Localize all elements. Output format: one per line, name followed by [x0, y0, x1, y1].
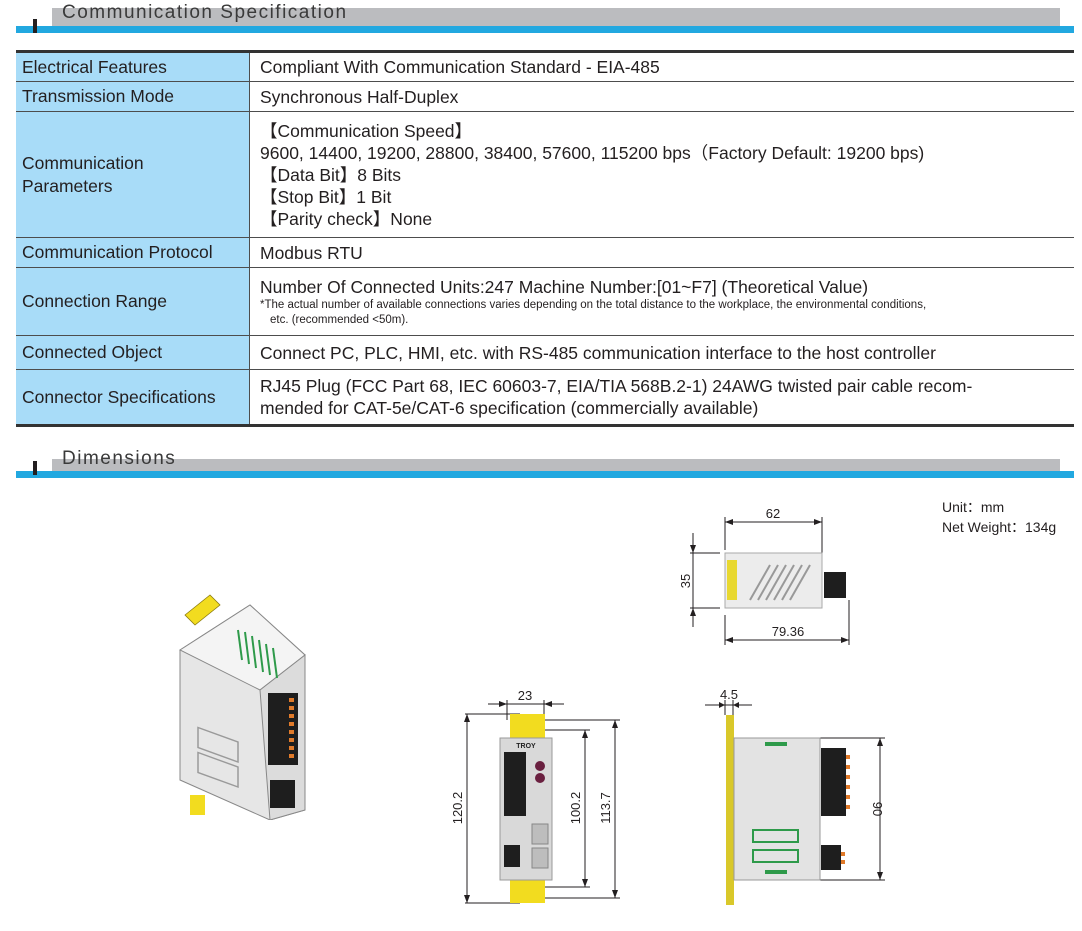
connection-range-value: Number Of Connected Units:247 Machine Nu… — [260, 276, 869, 297]
top-view-din-clip — [727, 560, 737, 600]
dim-90: 90 — [870, 802, 885, 816]
front-power-connector — [504, 845, 520, 867]
section-header-dimensions: Dimensions — [16, 448, 1074, 478]
side-terminal-block — [821, 748, 846, 816]
dim-62: 62 — [766, 506, 780, 521]
table-row: Communication Parameters 【Communication … — [16, 111, 1075, 238]
row-value: Modbus RTU — [260, 242, 363, 263]
row-value: Connect PC, PLC, HMI, etc. with RS-485 c… — [260, 342, 936, 363]
row-label-line: Parameters — [22, 175, 113, 196]
side-power-connector — [821, 845, 841, 870]
row-value: Compliant With Communication Standard - … — [260, 57, 660, 77]
product-isometric-image — [178, 594, 306, 820]
front-din-clip-bottom — [510, 878, 545, 903]
connection-range-note: *The actual number of available connecti… — [260, 298, 1068, 328]
dim-4-5: 4.5 — [720, 687, 738, 702]
row-label: Electrical Features — [16, 51, 250, 82]
row-value: RJ45 Plug (FCC Part 68, IEC 60603-7, EIA… — [250, 370, 1075, 426]
header-blue-bar — [16, 471, 1074, 478]
rj45-port-1 — [531, 823, 549, 845]
top-view-drawing: 62 79.36 35 — [678, 506, 850, 645]
side-led-strip-top — [765, 742, 787, 746]
param-line: 9600, 14400, 19200, 28800, 38400, 57600,… — [260, 142, 925, 163]
table-row: Communication Protocol Modbus RTU — [16, 237, 1074, 268]
front-din-clip-top — [510, 714, 545, 740]
param-line: 【Stop Bit】1 Bit — [260, 186, 392, 207]
power-connector — [270, 780, 295, 808]
dim-35: 35 — [678, 574, 693, 588]
front-view-drawing: 23 120.2 100.2 113.7 TROY — [450, 688, 620, 904]
section-title: Dimensions — [62, 448, 177, 469]
front-terminal-block — [504, 752, 526, 816]
row-label: Connector Specifications — [16, 369, 250, 426]
row-value: 【Communication Speed】 9600, 14400, 19200… — [250, 112, 1075, 238]
section-title: Communication Specification — [62, 2, 348, 23]
header-blue-bar — [16, 26, 1074, 33]
side-view-body — [733, 737, 821, 881]
dim-79-36: 79.36 — [772, 624, 805, 639]
table-row: Electrical Features Compliant With Commu… — [16, 51, 1074, 82]
row-label: Connected Object — [16, 335, 250, 370]
rotary-switch-1 — [535, 761, 545, 771]
table-row: Transmission Mode Synchronous Half-Duple… — [16, 81, 1074, 112]
row-label: Communication Protocol — [16, 237, 250, 268]
dim-120-2: 120.2 — [450, 792, 465, 825]
top-view-connector — [824, 572, 846, 598]
header-marker — [33, 19, 37, 33]
rj45-port-2 — [531, 847, 549, 869]
communication-spec-table: Electrical Features Compliant With Commu… — [16, 50, 1074, 427]
dim-23: 23 — [518, 688, 532, 703]
din-clip-bottom — [190, 795, 205, 815]
connector-line: RJ45 Plug (FCC Part 68, IEC 60603-7, EIA… — [260, 376, 973, 396]
table-row: Connected Object Connect PC, PLC, HMI, e… — [16, 335, 1074, 370]
param-line: 【Parity check】None — [260, 208, 433, 229]
net-weight-label: Net Weight：134g — [942, 519, 1057, 535]
row-label: Connection Range — [16, 267, 250, 336]
dim-100-2: 100.2 — [568, 792, 583, 825]
row-label: Transmission Mode — [16, 81, 250, 112]
dim-113-7: 113.7 — [598, 792, 613, 824]
row-label: Communication Parameters — [16, 111, 250, 238]
brand-mark: TROY — [516, 743, 536, 750]
din-clip-top — [184, 594, 221, 626]
row-value: Synchronous Half-Duplex — [260, 86, 459, 107]
side-din-rail — [726, 715, 734, 905]
param-line: 【Communication Speed】 — [260, 120, 473, 141]
unit-note: Unit：mm Net Weight：134g — [942, 497, 1056, 537]
side-led-strip-bottom — [765, 870, 787, 874]
header-marker — [33, 461, 37, 475]
note-line: *The actual number of available connecti… — [260, 298, 927, 311]
header-gray-bar — [52, 459, 1060, 471]
connector-line: mended for CAT-5e/CAT-6 specification (c… — [260, 398, 759, 418]
section-header-communication: Communication Specification — [16, 2, 1074, 38]
top-view-body — [724, 552, 823, 609]
param-line: 【Data Bit】8 Bits — [260, 164, 402, 185]
unit-label: Unit：mm — [942, 499, 1005, 515]
note-line: etc. (recommended <50m). — [270, 313, 409, 326]
table-row: Connection Range Number Of Connected Uni… — [16, 267, 1075, 336]
row-value: Number Of Connected Units:247 Machine Nu… — [250, 268, 1075, 336]
rotary-switch-2 — [535, 773, 545, 783]
table-row: Connector Specifications RJ45 Plug (FCC … — [16, 369, 1075, 426]
side-view-drawing: 4.5 90 — [705, 687, 885, 905]
row-label-line: Communication — [22, 152, 144, 173]
